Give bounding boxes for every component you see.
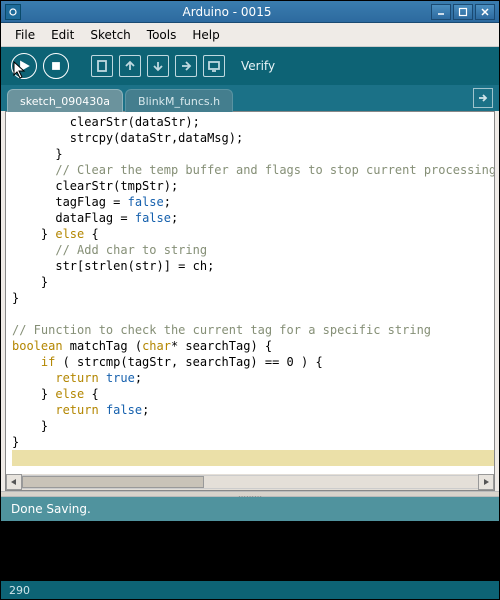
code-line[interactable]: // Add char to string [12, 242, 494, 258]
code-line[interactable] [12, 450, 494, 466]
scroll-right-button[interactable] [478, 474, 494, 490]
open-button[interactable] [119, 55, 141, 77]
code-line[interactable]: boolean matchTag (char* searchTag) { [12, 338, 494, 354]
maximize-button[interactable] [453, 4, 473, 20]
tab-inactive[interactable]: BlinkM_funcs.h [125, 89, 233, 113]
code-line[interactable]: tagFlag = false; [12, 194, 494, 210]
code-line[interactable]: // Function to check the current tag for… [12, 322, 494, 338]
code-line[interactable] [12, 306, 494, 322]
menu-edit[interactable]: Edit [43, 25, 82, 45]
code-line[interactable]: } [12, 434, 494, 450]
app-icon [5, 4, 21, 20]
editor-container: clearStr(dataStr); strcpy(dataStr,dataMs… [5, 111, 495, 491]
code-line[interactable]: } [12, 290, 494, 306]
code-editor[interactable]: clearStr(dataStr); strcpy(dataStr,dataMs… [6, 112, 494, 474]
code-line[interactable]: clearStr(tmpStr); [12, 178, 494, 194]
code-line[interactable]: } [12, 274, 494, 290]
menubar: File Edit Sketch Tools Help [1, 23, 499, 47]
code-line[interactable] [12, 466, 494, 474]
code-line[interactable]: } else { [12, 386, 494, 402]
footer-bar: 290 [1, 581, 499, 599]
window-title: Arduino - 0015 [25, 5, 429, 19]
horizontal-scrollbar[interactable] [6, 474, 494, 490]
tab-active[interactable]: sketch_090430a [7, 89, 123, 113]
code-line[interactable]: } else { [12, 226, 494, 242]
menu-tools[interactable]: Tools [139, 25, 185, 45]
scroll-thumb[interactable] [22, 476, 204, 488]
stop-button[interactable] [43, 53, 69, 79]
code-line[interactable]: strcpy(dataStr,dataMsg); [12, 130, 494, 146]
code-line[interactable]: dataFlag = false; [12, 210, 494, 226]
scroll-left-button[interactable] [6, 474, 22, 490]
app-window: Arduino - 0015 File Edit Sketch Tools He… [0, 0, 500, 600]
toolbar-hint: Verify [241, 59, 275, 73]
upload-button[interactable] [175, 55, 197, 77]
menu-sketch[interactable]: Sketch [82, 25, 138, 45]
code-line[interactable]: return true; [12, 370, 494, 386]
menu-file[interactable]: File [7, 25, 43, 45]
line-number: 290 [9, 584, 30, 597]
console[interactable] [1, 521, 499, 581]
save-button[interactable] [147, 55, 169, 77]
status-bar: Done Saving. [1, 497, 499, 521]
code-line[interactable]: } [12, 418, 494, 434]
verify-button[interactable] [11, 53, 37, 79]
toolbar: Verify [1, 47, 499, 85]
scroll-track[interactable] [22, 475, 478, 489]
tab-menu-button[interactable] [473, 88, 493, 108]
code-line[interactable]: clearStr(dataStr); [12, 114, 494, 130]
code-line[interactable]: str[strlen(str)] = ch; [12, 258, 494, 274]
menu-help[interactable]: Help [184, 25, 227, 45]
code-line[interactable]: return false; [12, 402, 494, 418]
status-message: Done Saving. [11, 502, 91, 516]
tabbar: sketch_090430a BlinkM_funcs.h [1, 85, 499, 111]
new-button[interactable] [91, 55, 113, 77]
code-line[interactable]: } [12, 146, 494, 162]
close-button[interactable] [475, 4, 495, 20]
titlebar[interactable]: Arduino - 0015 [1, 1, 499, 23]
code-line[interactable]: if ( strcmp(tagStr, searchTag) == 0 ) { [12, 354, 494, 370]
code-line[interactable]: // Clear the temp buffer and flags to st… [12, 162, 494, 178]
minimize-button[interactable] [431, 4, 451, 20]
serial-monitor-button[interactable] [203, 55, 225, 77]
